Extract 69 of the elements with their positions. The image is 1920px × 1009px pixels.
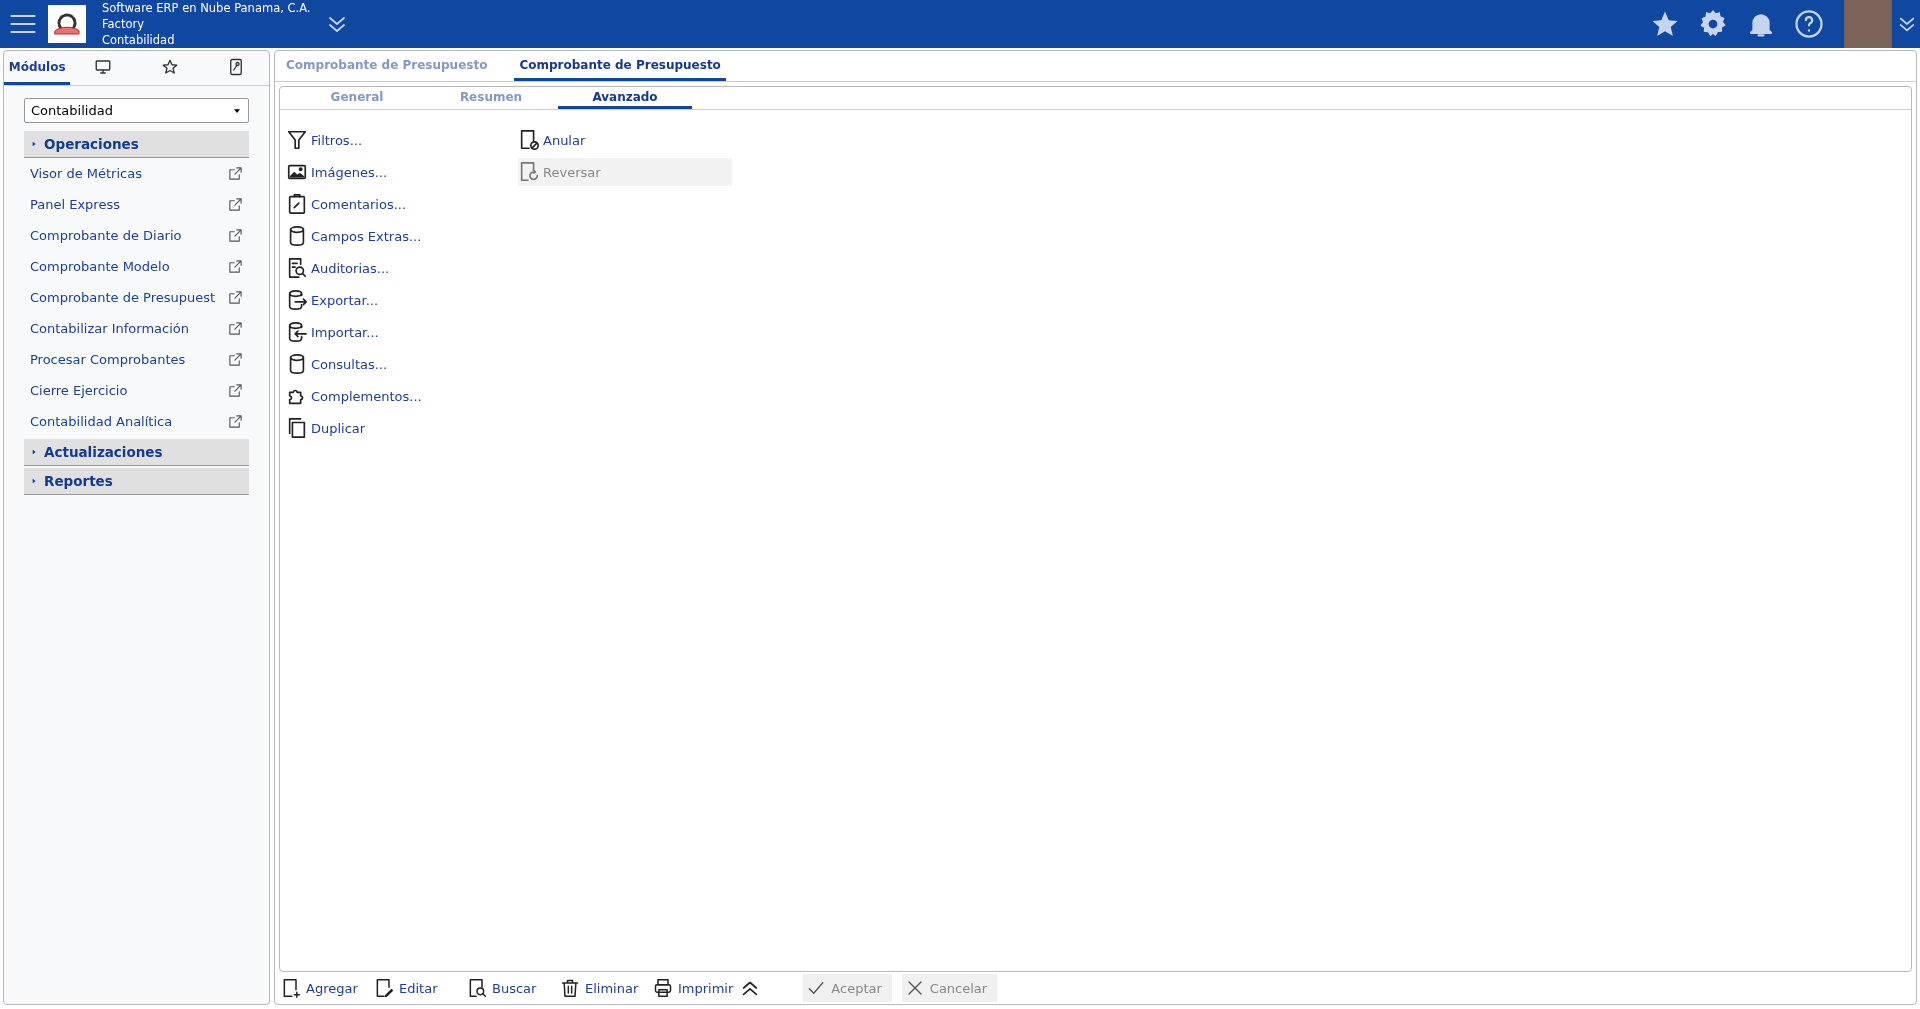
menu-group-label: Reportes — [44, 473, 113, 489]
database-arrow-icon — [286, 289, 308, 311]
sidebar-tab[interactable]: Módulos — [4, 51, 71, 85]
action-button[interactable]: Exportar... — [286, 286, 518, 314]
menu-item-link[interactable]: Procesar Comprobantes — [30, 352, 186, 367]
external-link-icon[interactable] — [228, 197, 243, 212]
menu-group-header[interactable]: Reportes — [24, 468, 249, 495]
menu-group-label: Operaciones — [44, 136, 139, 152]
monitor-icon — [94, 57, 113, 76]
settings-icon[interactable] — [1698, 9, 1728, 39]
action-button[interactable]: Filtros... — [286, 126, 518, 154]
menu-group-label: Actualizaciones — [44, 444, 163, 460]
toolbar-button[interactable]: Editar — [374, 978, 467, 998]
menu-item-link[interactable]: Contabilidad Analítica — [30, 414, 173, 429]
search-document-icon — [467, 978, 487, 998]
external-link-icon[interactable] — [228, 321, 243, 336]
action-button[interactable]: Duplicar — [286, 414, 518, 442]
clipboard-icon — [286, 193, 308, 215]
toolbar-button[interactable]: Agregar — [281, 978, 374, 998]
menu-item-link[interactable]: Comprobante Modelo — [30, 259, 170, 274]
funnel-icon — [286, 129, 308, 151]
company-name: Software ERP en Nube Panama, C.A. — [102, 0, 311, 16]
action-button[interactable]: Importar... — [286, 318, 518, 346]
external-link-icon[interactable] — [228, 383, 243, 398]
external-link-icon[interactable] — [228, 166, 243, 181]
toolbar-button[interactable]: Buscar — [467, 978, 560, 998]
external-link-icon[interactable] — [228, 290, 243, 305]
star-outline-icon — [160, 57, 179, 76]
action-button[interactable]: Complementos... — [286, 382, 518, 410]
document-tab[interactable]: Comprobante de Presupuesto — [514, 51, 726, 81]
copy-icon — [286, 417, 308, 439]
dropdown-value: Contabilidad — [31, 103, 113, 118]
caret-right-icon — [30, 448, 38, 456]
section-tab[interactable]: Avanzado — [558, 87, 692, 109]
menu-item-link[interactable]: Contabilizar Información — [30, 321, 189, 336]
action-button[interactable]: Imágenes... — [286, 158, 518, 186]
external-link-icon[interactable] — [228, 352, 243, 367]
trash-icon — [560, 978, 580, 998]
toolbar-button[interactable]: Eliminar — [560, 978, 653, 998]
action-button[interactable]: Comentarios... — [286, 190, 518, 218]
module-dropdown[interactable]: Contabilidad — [24, 98, 249, 123]
document-pencil-icon — [374, 978, 394, 998]
printer-icon — [653, 978, 673, 998]
menu-item-link[interactable]: Visor de Métricas — [30, 166, 142, 181]
external-link-icon[interactable] — [228, 414, 243, 429]
action-button[interactable]: Campos Extras... — [286, 222, 518, 250]
external-link-icon[interactable] — [228, 259, 243, 274]
action-button[interactable]: Consultas... — [286, 350, 518, 378]
branch-name: Factory — [102, 16, 145, 32]
check-icon — [807, 979, 826, 997]
help-icon[interactable] — [1794, 9, 1824, 39]
document-plus-icon — [281, 978, 301, 998]
caret-right-icon — [30, 140, 38, 148]
document-rotate-icon — [518, 161, 540, 183]
external-link-icon[interactable] — [228, 228, 243, 243]
toolbar-button[interactable]: Imprimir — [653, 978, 734, 998]
menu-item-link[interactable]: Cierre Ejercicio — [30, 383, 128, 398]
document-blocked-icon — [518, 129, 540, 151]
action-button[interactable]: Anular — [518, 126, 732, 154]
module-name: Contabilidad — [102, 32, 176, 48]
menu-item-link[interactable]: Panel Express — [30, 197, 120, 212]
menu-item-link[interactable]: Comprobante de Presupuest — [30, 290, 216, 305]
menu-group-header[interactable]: Actualizaciones — [24, 439, 249, 466]
menu-item-link[interactable]: Comprobante de Diario — [30, 228, 182, 243]
database-arrow-icon — [286, 321, 308, 343]
document-search-icon — [286, 257, 308, 279]
menu-group-header[interactable]: Operaciones — [24, 131, 249, 158]
caret-right-icon — [30, 477, 38, 485]
action-button[interactable]: Auditorias... — [286, 254, 518, 282]
